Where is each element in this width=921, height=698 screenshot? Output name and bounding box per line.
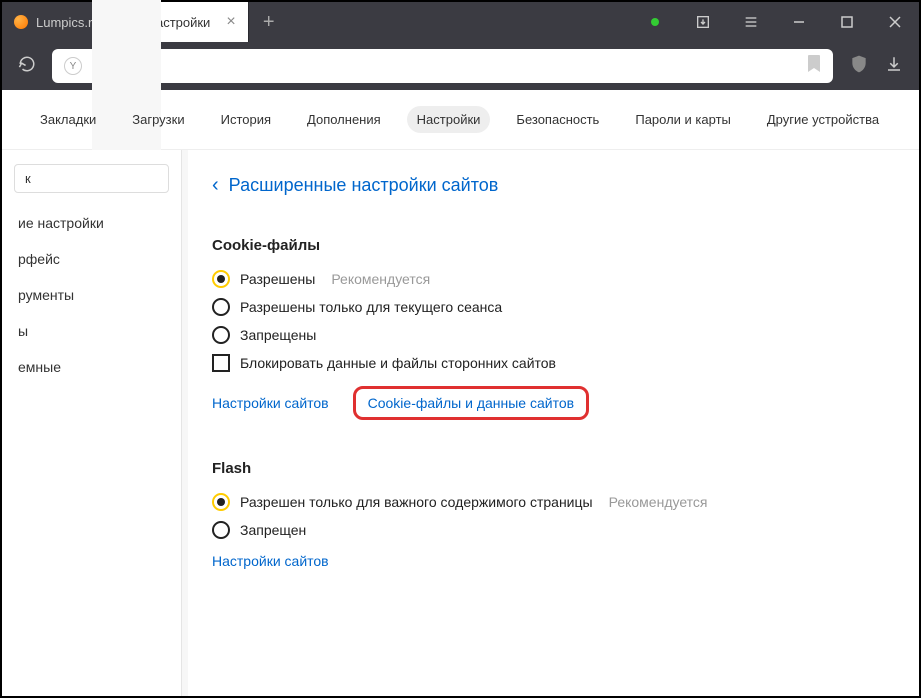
navtab-bookmarks[interactable]: Закладки	[30, 106, 106, 133]
radio-icon	[212, 326, 230, 344]
sidebar-item[interactable]: емные	[2, 349, 181, 385]
checkbox-label: Блокировать данные и файлы сторонних сай…	[240, 355, 556, 371]
section-title: Cookie-файлы	[212, 237, 895, 254]
cookies-section: Cookie-файлы Разрешены Рекомендуется Раз…	[212, 237, 895, 420]
yandex-icon: Y	[64, 57, 82, 75]
maximize-button[interactable]	[823, 2, 871, 42]
site-settings-link[interactable]: Настройки сайтов	[212, 553, 329, 569]
navtab-passwords[interactable]: Пароли и карты	[625, 106, 741, 133]
downloads-icon[interactable]	[679, 2, 727, 42]
checkbox-icon	[212, 354, 230, 372]
navtab-devices[interactable]: Другие устройства	[757, 106, 889, 133]
new-tab-button[interactable]: +	[249, 2, 289, 42]
site-settings-link[interactable]: Настройки сайтов	[212, 395, 329, 411]
minimize-button[interactable]	[775, 2, 823, 42]
radio-icon	[212, 521, 230, 539]
titlebar-right	[631, 2, 919, 42]
settings-sidebar: к ие настройки рфейс рументы ы емные	[2, 150, 182, 696]
back-link[interactable]: ‹ Расширенные настройки сайтов	[212, 174, 895, 197]
chevron-left-icon: ‹	[212, 174, 219, 197]
radio-label: Разрешены	[240, 271, 315, 287]
close-window-button[interactable]	[871, 2, 919, 42]
status-indicator[interactable]	[631, 2, 679, 42]
section-title: Flash	[212, 460, 895, 477]
navtab-settings[interactable]: Настройки	[407, 106, 491, 133]
back-link-label: Расширенные настройки сайтов	[229, 175, 499, 196]
radio-label: Разрешен только для важного содержимого …	[240, 494, 593, 510]
cookies-session-only[interactable]: Разрешены только для текущего сеанса	[212, 298, 895, 316]
radio-icon	[212, 493, 230, 511]
radio-label: Запрещены	[240, 327, 316, 343]
download-icon[interactable]	[885, 55, 903, 78]
reload-button[interactable]	[18, 55, 36, 78]
sidebar-search[interactable]: к	[14, 164, 169, 193]
cookies-blocked[interactable]: Запрещены	[212, 326, 895, 344]
flash-section: Flash Разрешен только для важного содерж…	[212, 460, 895, 569]
close-icon[interactable]: ×	[226, 14, 235, 30]
flash-allowed-important[interactable]: Разрешен только для важного содержимого …	[212, 493, 895, 511]
address-field[interactable]: Y settings Настройки	[52, 49, 833, 83]
bookmark-icon[interactable]	[807, 55, 821, 78]
tab-favicon-lumpics	[14, 15, 28, 29]
cookie-data-link[interactable]: Cookie-файлы и данные сайтов	[368, 395, 574, 411]
navtab-addons[interactable]: Дополнения	[297, 106, 391, 133]
radio-icon	[212, 270, 230, 288]
recommended-hint: Рекомендуется	[609, 494, 708, 510]
navtab-history[interactable]: История	[211, 106, 281, 133]
radio-icon	[212, 298, 230, 316]
recommended-hint: Рекомендуется	[331, 271, 430, 287]
radio-label: Запрещен	[240, 522, 306, 538]
highlight-annotation: Cookie-файлы и данные сайтов	[353, 386, 589, 420]
sidebar-item[interactable]: рументы	[2, 277, 181, 313]
radio-label: Разрешены только для текущего сеанса	[240, 299, 502, 315]
cookies-allowed[interactable]: Разрешены Рекомендуется	[212, 270, 895, 288]
navtab-downloads[interactable]: Загрузки	[122, 106, 194, 133]
navtab-security[interactable]: Безопасность	[506, 106, 609, 133]
tab-label: Lumpics.ru	[36, 15, 100, 30]
sidebar-item[interactable]: ы	[2, 313, 181, 349]
cookies-block-thirdparty[interactable]: Блокировать данные и файлы сторонних сай…	[212, 354, 895, 372]
settings-content: ‹ Расширенные настройки сайтов Cookie-фа…	[188, 150, 919, 696]
menu-icon[interactable]	[727, 2, 775, 42]
address-bar: Y settings Настройки	[2, 42, 919, 90]
sidebar-item[interactable]: ие настройки	[2, 205, 181, 241]
sidebar-item[interactable]: рфейс	[2, 241, 181, 277]
adblock-icon[interactable]	[849, 54, 869, 79]
main-area: к ие настройки рфейс рументы ы емные ‹ Р…	[2, 150, 919, 696]
flash-blocked[interactable]: Запрещен	[212, 521, 895, 539]
